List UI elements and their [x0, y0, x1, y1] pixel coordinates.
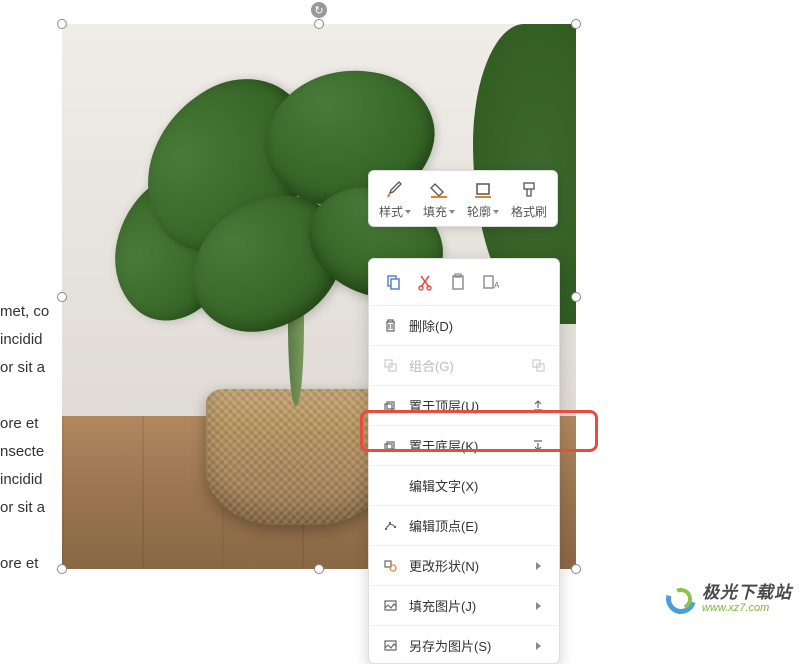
menu-bring-to-front[interactable]: 置于顶层(U) — [369, 388, 559, 423]
watermark-logo-icon — [664, 582, 698, 616]
group-submenu-icon — [529, 357, 547, 375]
brush-icon — [384, 179, 406, 201]
trash-icon — [381, 317, 399, 335]
format-painter-button[interactable]: 格式刷 — [505, 177, 553, 222]
submenu-arrow-icon — [536, 602, 541, 610]
menu-change-shape[interactable]: 更改形状(N) — [369, 548, 559, 583]
watermark-title: 极光下载站 — [702, 584, 792, 603]
resize-handle-bm[interactable] — [314, 564, 324, 574]
menu-send-to-back[interactable]: 置于底层(K) — [369, 428, 559, 463]
bring-front-right-icon — [529, 397, 547, 415]
save-picture-icon — [381, 637, 399, 655]
menu-save-as-picture[interactable]: 另存为图片(S) — [369, 628, 559, 663]
copy-button[interactable] — [383, 271, 405, 293]
resize-handle-tm[interactable] — [314, 19, 324, 29]
resize-handle-bl[interactable] — [57, 564, 67, 574]
menu-fill-picture[interactable]: 填充图片(J) — [369, 588, 559, 623]
menu-edit-text[interactable]: 编辑文字(X) — [369, 468, 559, 503]
paste-button[interactable] — [447, 271, 469, 293]
send-back-right-icon — [529, 437, 547, 455]
picture-icon — [381, 597, 399, 615]
fill-button[interactable]: 填充 — [417, 177, 461, 222]
change-shape-icon — [381, 557, 399, 575]
submenu-arrow-icon — [536, 642, 541, 650]
menu-group: 组合(G) — [369, 348, 559, 383]
rotate-handle[interactable]: ↻ — [311, 2, 327, 18]
resize-handle-ml[interactable] — [57, 292, 67, 302]
edit-points-icon — [381, 517, 399, 535]
context-menu: A 删除(D) 组合(G) 置于顶层(U) 置于底层(K) — [368, 258, 560, 664]
group-icon — [381, 357, 399, 375]
send-back-icon — [381, 437, 399, 455]
outline-button[interactable]: 轮廓 — [461, 177, 505, 222]
resize-handle-tr[interactable] — [571, 19, 581, 29]
document-text: met, co incidid or sit a ore et nsecte i… — [0, 300, 70, 580]
bring-front-icon — [381, 397, 399, 415]
menu-edit-points[interactable]: 编辑顶点(E) — [369, 508, 559, 543]
style-button[interactable]: 样式 — [373, 177, 417, 222]
floating-toolbar: 样式 填充 轮廓 格式刷 — [368, 170, 558, 227]
resize-handle-mr[interactable] — [571, 292, 581, 302]
fill-icon — [428, 179, 450, 201]
outline-icon — [472, 179, 494, 201]
menu-delete[interactable]: 删除(D) — [369, 308, 559, 343]
watermark: 极光下载站 www.xz7.com — [664, 582, 792, 616]
format-painter-icon — [518, 179, 540, 201]
cut-button[interactable] — [415, 271, 437, 293]
watermark-url: www.xz7.com — [702, 602, 792, 614]
svg-text:A: A — [494, 281, 499, 290]
resize-handle-tl[interactable] — [57, 19, 67, 29]
paste-text-button[interactable]: A — [479, 271, 501, 293]
submenu-arrow-icon — [536, 562, 541, 570]
resize-handle-br[interactable] — [571, 564, 581, 574]
